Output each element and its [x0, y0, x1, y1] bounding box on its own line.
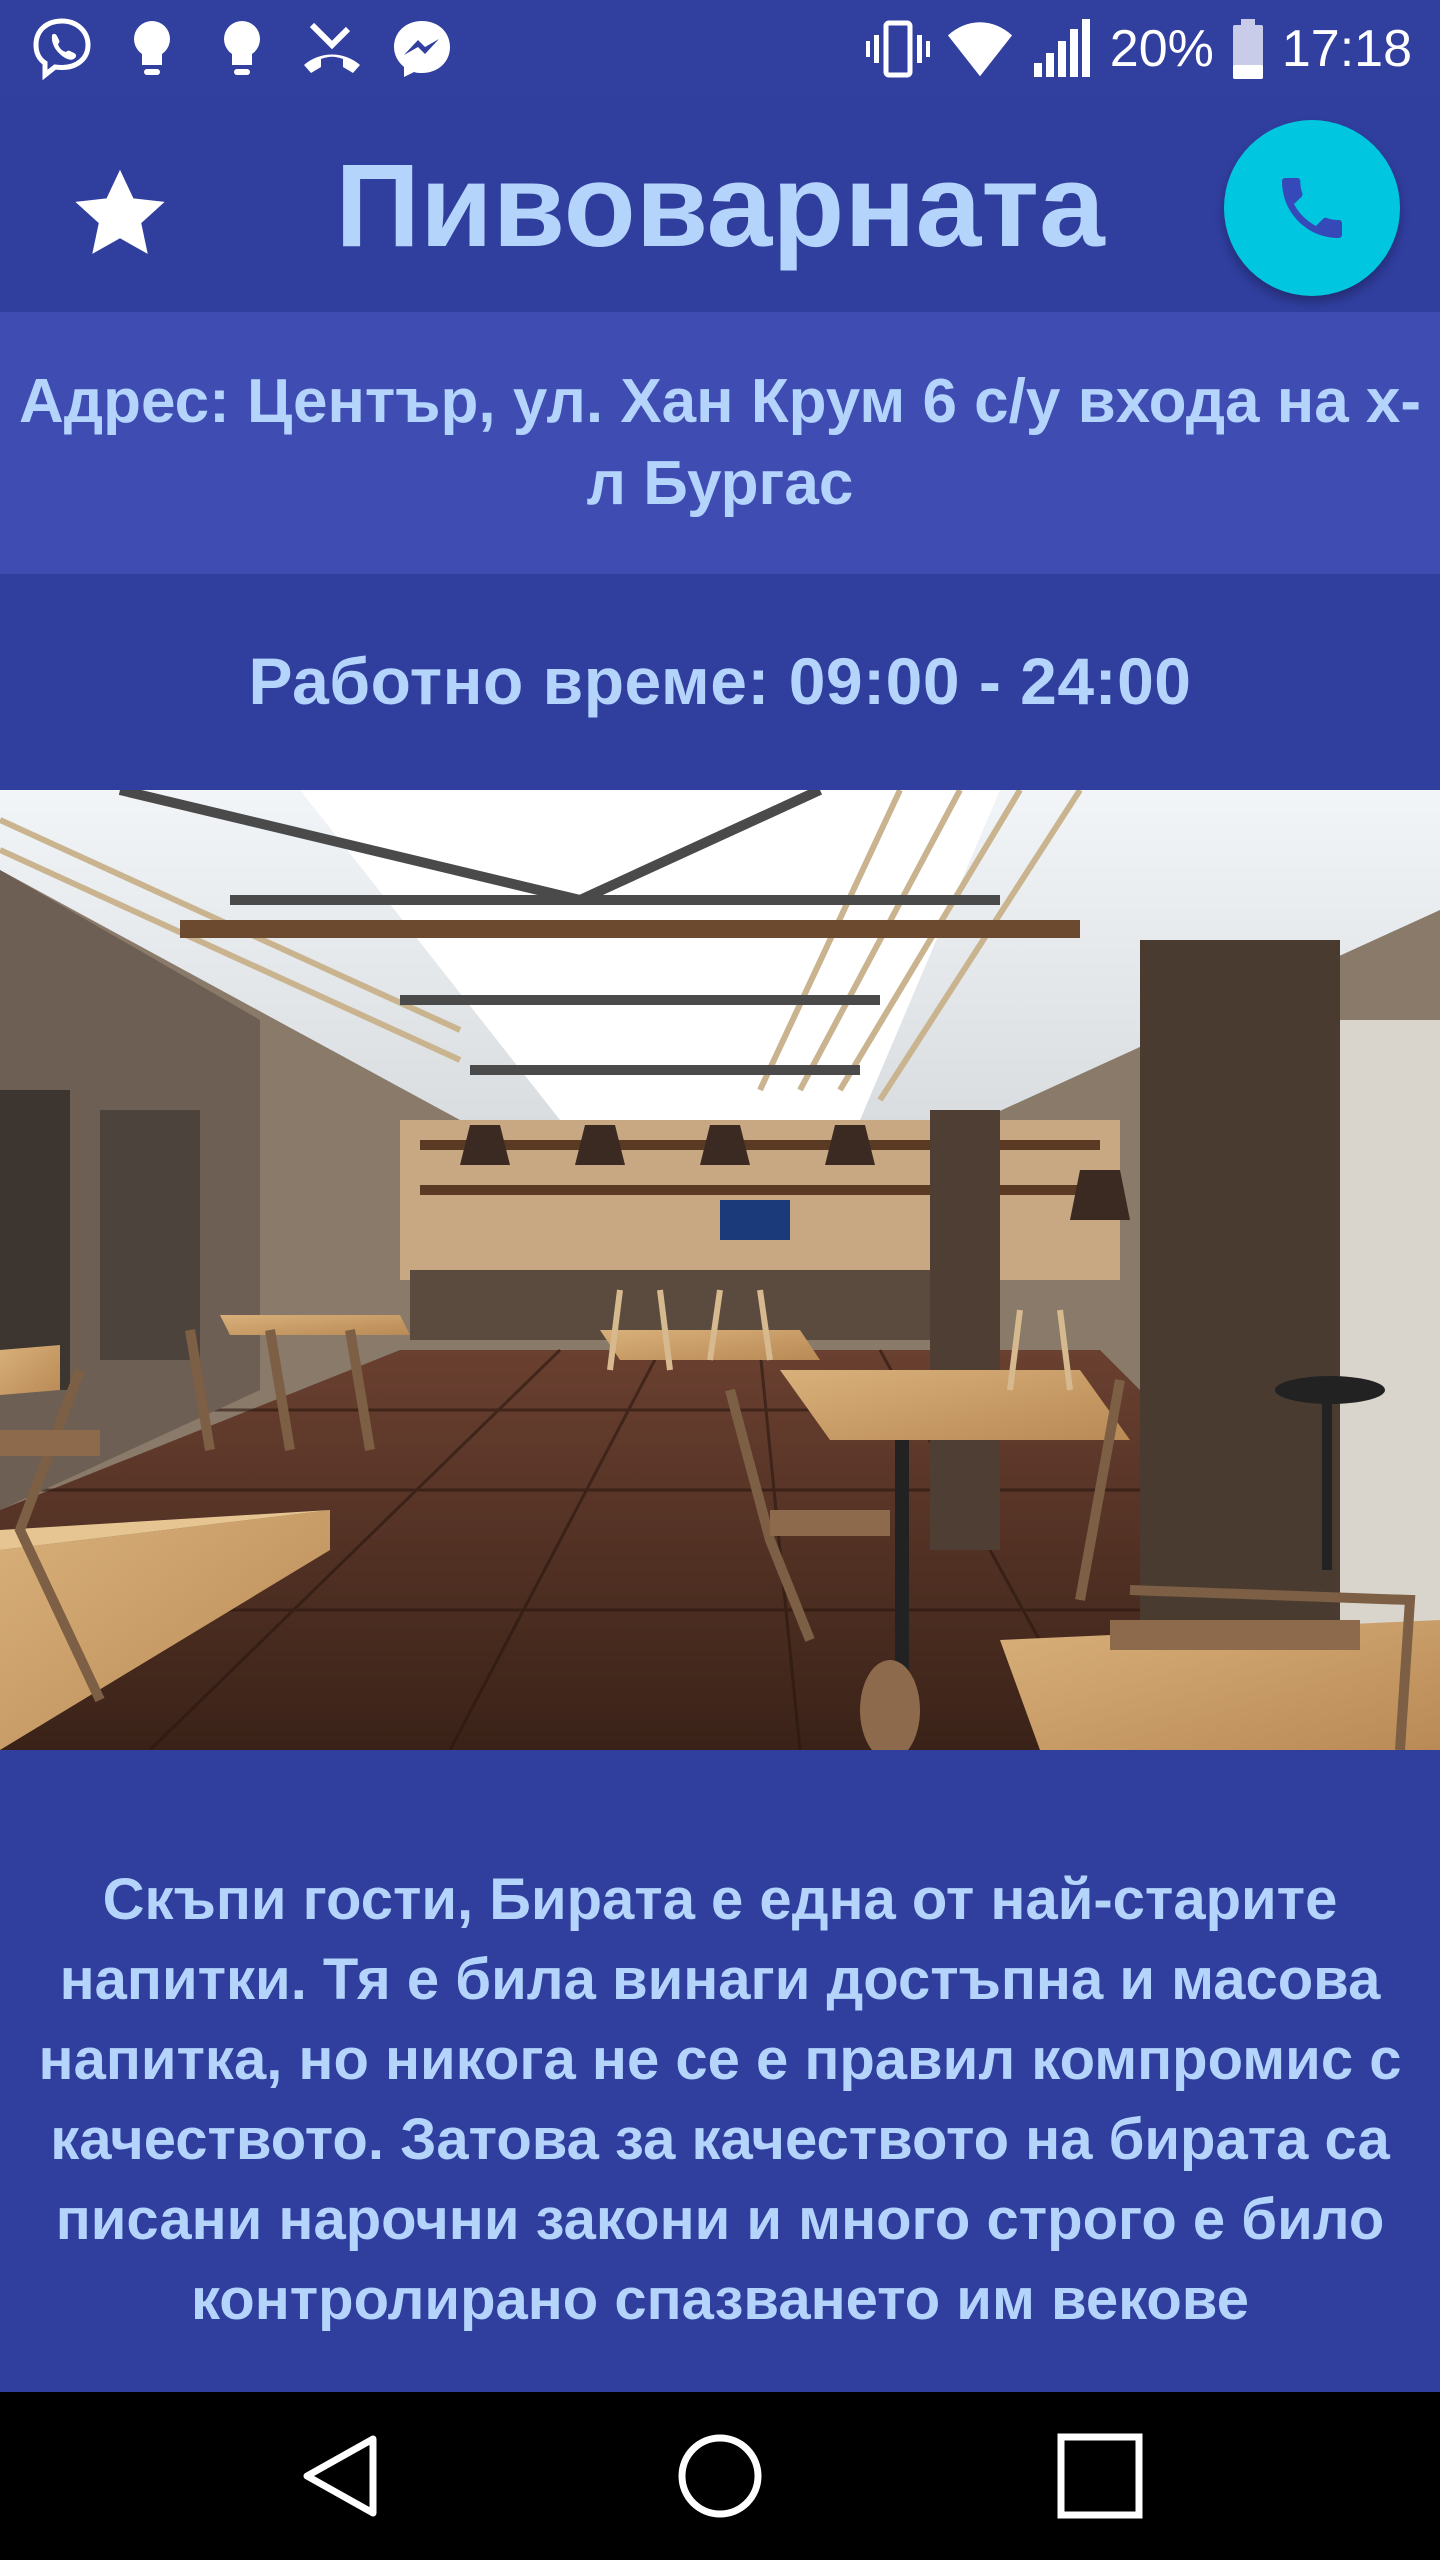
clock: 17:18 — [1281, 20, 1412, 78]
description-text: Скъпи гости, Бирата е една от най-старит… — [38, 1867, 1402, 2332]
recents-button[interactable] — [1020, 2416, 1180, 2536]
description-section[interactable]: Скъпи гости, Бирата е една от най-старит… — [0, 1750, 1440, 2392]
back-triangle-icon — [303, 2435, 377, 2517]
notification-icons — [28, 14, 456, 84]
address-text: Адрес: Център, ул. Хан Крум 6 с/у входа … — [18, 367, 1422, 518]
navigation-bar — [0, 2392, 1440, 2560]
lightbulb-icon — [118, 15, 186, 83]
lightbulb-icon — [208, 15, 276, 83]
status-bar: 20% 17:18 — [0, 0, 1440, 98]
home-button[interactable] — [640, 2416, 800, 2536]
hours-section: Работно време: 09:00 - 24:00 — [0, 574, 1440, 788]
address-section: Адрес: Център, ул. Хан Крум 6 с/у входа … — [0, 312, 1440, 574]
system-status: 20% 17:18 — [864, 14, 1412, 84]
wifi-icon — [946, 15, 1014, 83]
home-circle-icon — [678, 2434, 762, 2518]
signal-icon — [1028, 15, 1096, 83]
app-bar: Пивоварната — [0, 98, 1440, 310]
call-button[interactable] — [1224, 120, 1400, 296]
phone-icon — [1282, 178, 1342, 238]
back-button[interactable] — [260, 2416, 420, 2536]
vibrate-icon — [864, 15, 932, 83]
viber-icon — [28, 15, 96, 83]
restaurant-photo — [0, 790, 1440, 1750]
battery-percent: 20% — [1109, 20, 1214, 78]
recents-square-icon — [1057, 2433, 1143, 2519]
hours-text: Работно време: 09:00 - 24:00 — [248, 644, 1192, 718]
battery-icon — [1228, 15, 1268, 83]
missed-call-icon — [298, 15, 366, 83]
messenger-icon — [388, 15, 456, 83]
